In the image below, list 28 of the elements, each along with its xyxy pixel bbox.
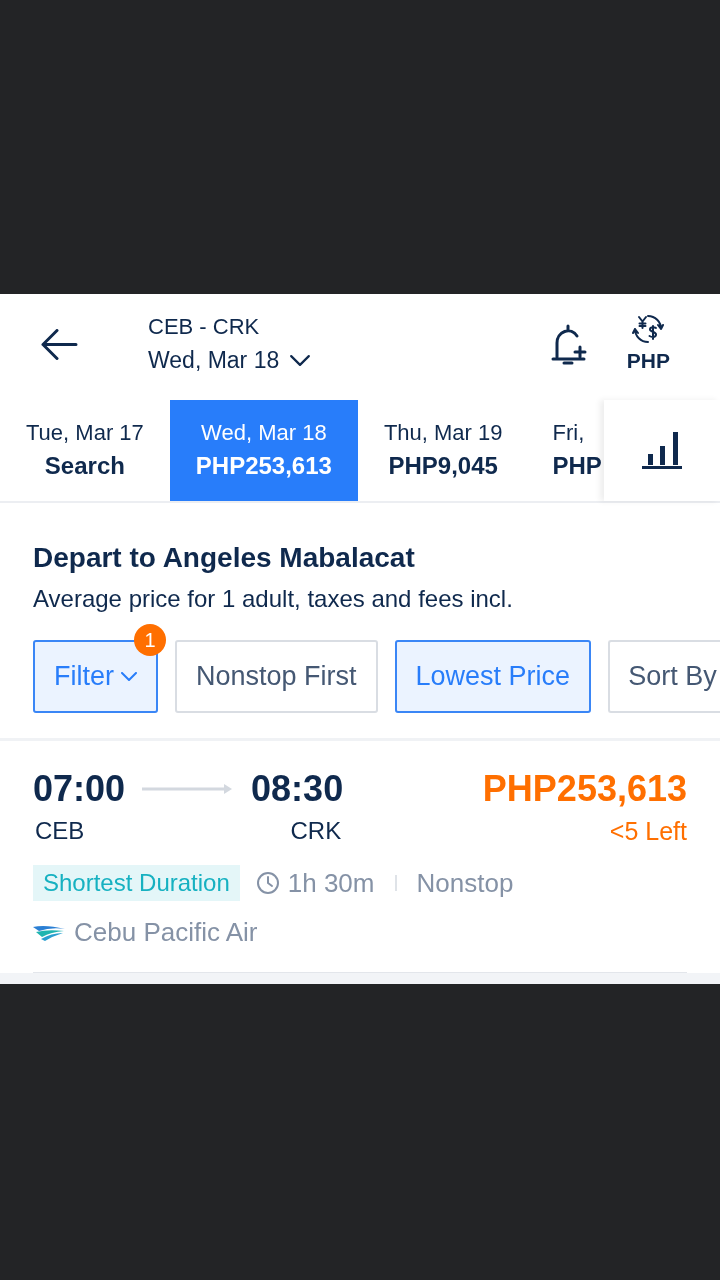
section-title: Depart to Angeles Mabalacat bbox=[33, 541, 415, 575]
date-tab[interactable]: Wed, Mar 18 PHP253,613 bbox=[169, 400, 358, 501]
flight-duration: 1h 30m bbox=[287, 867, 375, 899]
clock-icon bbox=[256, 872, 279, 894]
sort-option-chip[interactable]: Nonstop First bbox=[175, 640, 378, 713]
departure-airport: CEB bbox=[35, 816, 85, 846]
filter-count-badge: 1 bbox=[134, 624, 166, 656]
caret-down-icon bbox=[290, 354, 311, 366]
departure-time: 07:00 bbox=[33, 767, 126, 811]
stops-label: Nonstop bbox=[416, 867, 514, 899]
sort-option-chip[interactable]: Sort By bbox=[608, 640, 720, 713]
arrival-time: 08:30 bbox=[251, 767, 344, 811]
currency-exchange-icon bbox=[632, 314, 665, 344]
back-arrow-icon bbox=[40, 328, 78, 360]
flight-price: PHP253,613 bbox=[482, 767, 687, 811]
price-note: Average price for 1 adult, taxes and fees incl. bbox=[33, 584, 513, 614]
currency-button[interactable]: PHP bbox=[626, 314, 670, 374]
seats-left-label: <5 Left bbox=[609, 816, 687, 846]
route-title: CEB - CRK bbox=[148, 313, 261, 341]
flight-tag: Shortest Duration bbox=[33, 865, 240, 901]
date-picker-button[interactable]: Wed, Mar 18 bbox=[148, 344, 311, 376]
airline-name: Cebu Pacific Air bbox=[74, 916, 258, 948]
caret-down-icon bbox=[121, 672, 137, 681]
wing-logo-icon bbox=[33, 923, 65, 941]
route-arrow-icon bbox=[142, 784, 233, 794]
bar-chart-icon bbox=[642, 432, 682, 469]
price-chart-button[interactable] bbox=[604, 400, 720, 501]
arrival-airport: CRK bbox=[290, 816, 342, 846]
